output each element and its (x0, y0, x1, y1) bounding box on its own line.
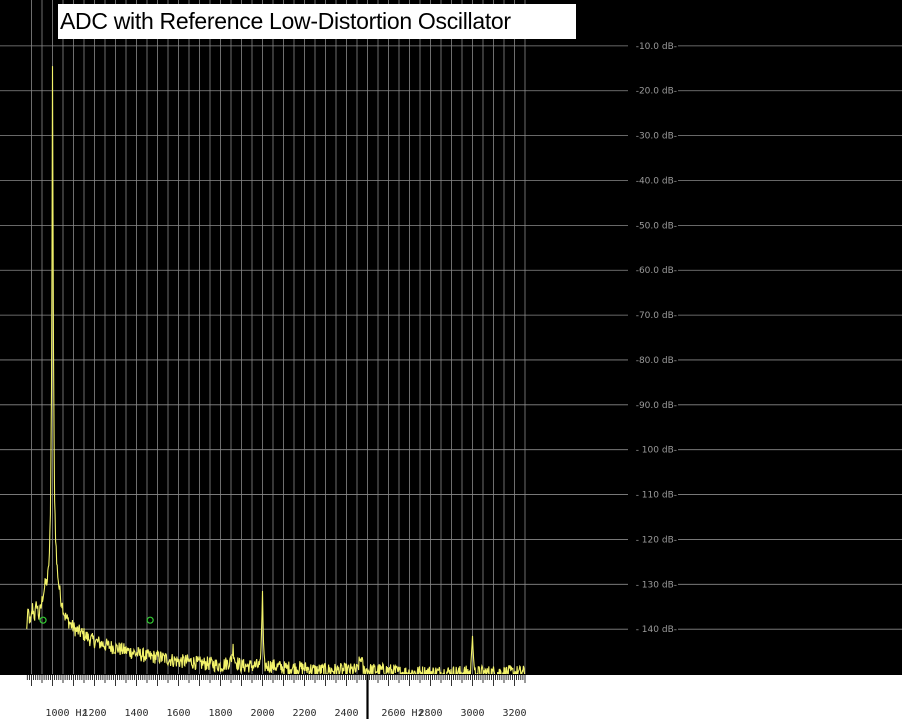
x-tick-label: 2000 (250, 708, 274, 719)
title-box: ADC with Reference Low-Distortion Oscill… (58, 4, 576, 39)
x-tick-label: 3000 (460, 708, 484, 719)
y-tick-label: - 120 dB- (636, 535, 677, 545)
x-tick-label: 2600 Hz (381, 708, 423, 719)
y-tick-label: -90.0 dB- (636, 401, 677, 411)
x-tick-label: 1400 (124, 708, 148, 719)
x-axis: 1000 Hz1200 1400 1600 1800 2000 2200 2400 2600 … (0, 674, 902, 719)
x-tick-label: 1000 Hz (45, 708, 87, 719)
x-tick-label: 3200 (502, 708, 526, 719)
y-tick-label: - 130 dB- (636, 580, 677, 590)
y-tick-label: -30.0 dB- (636, 132, 677, 142)
x-tick-label: 2200 (292, 708, 316, 719)
x-tick-label: 1200 (82, 708, 106, 719)
y-tick-label: -80.0 dB- (636, 356, 677, 366)
spectrum-analyzer-window: -10.0 dB- -20.0 dB- -30.0 dB- -40.0 dB- -50.… (0, 0, 902, 719)
y-tick-label: -60.0 dB- (636, 266, 677, 276)
y-tick-label: -40.0 dB- (636, 176, 677, 186)
y-tick-label: -70.0 dB- (636, 311, 677, 321)
x-tick-label: 1600 (166, 708, 190, 719)
x-tick-label: 1800 (208, 708, 232, 719)
x-tick-label: 2400 (334, 708, 358, 719)
plot-background (0, 0, 902, 719)
chart-title: ADC with Reference Low-Distortion Oscill… (60, 8, 511, 34)
x-tick-label: 2800 (418, 708, 442, 719)
y-tick-label: - 100 dB- (636, 446, 677, 456)
y-tick-label: - 110 dB- (636, 491, 677, 501)
y-tick-label: -20.0 dB- (636, 87, 677, 97)
y-tick-label: -50.0 dB- (636, 221, 677, 231)
y-tick-label: - 140 dB- (636, 625, 677, 635)
spectrum-plot: -10.0 dB- -20.0 dB- -30.0 dB- -40.0 dB- -50.… (0, 0, 902, 719)
y-tick-label: -10.0 dB- (636, 42, 677, 52)
